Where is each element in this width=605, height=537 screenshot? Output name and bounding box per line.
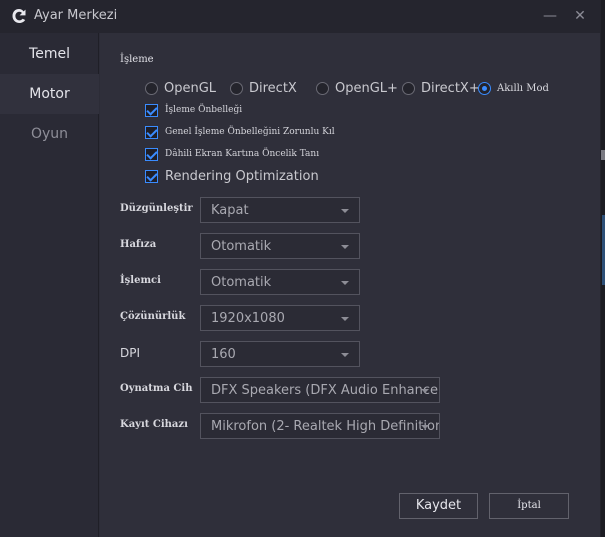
- checkbox-render-cache[interactable]: İşleme Önbelleği: [145, 102, 242, 118]
- background-edge-mark: [601, 150, 605, 160]
- sidebar: Temel Motor Oyun: [0, 33, 99, 537]
- radio-label: Akıllı Mod: [497, 82, 549, 94]
- chevron-down-icon: [421, 389, 429, 393]
- sidebar-item-oyun[interactable]: Oyun: [0, 114, 99, 154]
- chevron-down-icon: [341, 245, 349, 249]
- radio-directx-plus[interactable]: DirectX+: [402, 80, 480, 96]
- chevron-down-icon: [341, 281, 349, 285]
- resolution-select[interactable]: 1920x1080: [200, 305, 360, 331]
- sidebar-item-motor[interactable]: Motor: [0, 74, 99, 114]
- radio-directx[interactable]: DirectX: [230, 80, 297, 96]
- checkbox-label: Rendering Optimization: [165, 168, 319, 184]
- render-section-title: İşleme: [120, 54, 154, 65]
- checkbox-box: [145, 125, 158, 139]
- dpi-label: DPI: [120, 346, 141, 360]
- dpi-select[interactable]: 160: [200, 341, 360, 367]
- radio-opengl-plus[interactable]: OpenGL+: [316, 80, 398, 96]
- select-value: Kapat: [211, 203, 249, 218]
- antialias-select[interactable]: Kapat: [200, 197, 360, 223]
- playback-device-label: Oynatma Cih: [120, 383, 193, 394]
- close-icon[interactable]: ✕: [571, 7, 589, 25]
- chevron-down-icon: [341, 209, 349, 213]
- radio-circle: [478, 81, 491, 95]
- checkbox-prefer-integrated-gpu[interactable]: Dâhili Ekran Kartına Öncelik Tanı: [145, 146, 319, 162]
- select-value: Otomatik: [211, 239, 272, 254]
- title-bar[interactable]: Ayar Merkezi — ✕: [0, 0, 600, 33]
- window-title: Ayar Merkezi: [34, 8, 118, 23]
- settings-window: Ayar Merkezi — ✕ Temel Motor Oyun İşleme…: [0, 0, 600, 537]
- radio-circle: [316, 81, 329, 95]
- recording-device-select[interactable]: Mikrofon (2- Realtek High Definition Aud…: [200, 413, 440, 439]
- chevron-down-icon: [341, 317, 349, 321]
- settings-content: İşleme OpenGL DirectX OpenGL+ DirectX+ A…: [100, 33, 600, 537]
- sidebar-item-temel[interactable]: Temel: [0, 34, 99, 74]
- memory-label: Hafıza: [120, 239, 157, 250]
- checkbox-label: İşleme Önbelleği: [165, 105, 243, 115]
- memory-select[interactable]: Otomatik: [200, 233, 360, 259]
- select-value: DFX Speakers (DFX Audio Enhancer): [211, 383, 440, 398]
- radio-label: OpenGL: [164, 80, 217, 96]
- recording-device-label: Kayıt Cihazı: [120, 419, 188, 430]
- save-button[interactable]: Kaydet: [399, 493, 478, 519]
- checkbox-rendering-optimization[interactable]: Rendering Optimization: [145, 168, 319, 184]
- select-value: 1920x1080: [211, 311, 285, 326]
- checkbox-box: [145, 103, 158, 117]
- radio-circle: [402, 81, 415, 95]
- checkbox-box: [145, 169, 158, 183]
- cpu-select[interactable]: Otomatik: [200, 269, 360, 295]
- radio-opengl[interactable]: OpenGL: [145, 80, 216, 96]
- chevron-down-icon: [421, 425, 429, 429]
- radio-smart-mode[interactable]: Akıllı Mod: [478, 80, 549, 96]
- bluestacks-logo-icon: [12, 9, 26, 23]
- playback-device-select[interactable]: DFX Speakers (DFX Audio Enhancer): [200, 377, 440, 403]
- cancel-button[interactable]: İptal: [489, 493, 569, 519]
- background-window-edge: [601, 0, 605, 537]
- checkbox-box: [145, 147, 158, 161]
- chevron-down-icon: [341, 353, 349, 357]
- minimize-icon[interactable]: —: [541, 7, 559, 25]
- select-value: Mikrofon (2- Realtek High Definition Aud…: [211, 419, 440, 434]
- select-value: Otomatik: [211, 275, 272, 290]
- select-value: 160: [211, 347, 236, 362]
- radio-label: DirectX+: [421, 80, 480, 96]
- checkbox-force-global-cache[interactable]: Genel İşleme Önbelleğini Zorunlu Kıl: [145, 124, 335, 140]
- cpu-label: İşlemci: [120, 275, 161, 286]
- checkbox-label: Dâhili Ekran Kartına Öncelik Tanı: [165, 149, 320, 159]
- checkbox-label: Genel İşleme Önbelleğini Zorunlu Kıl: [165, 127, 335, 137]
- radio-circle: [145, 81, 158, 95]
- radio-circle: [230, 81, 243, 95]
- resolution-label: Çözünürlük: [120, 311, 186, 322]
- radio-label: OpenGL+: [335, 80, 398, 96]
- radio-label: DirectX: [249, 80, 297, 96]
- antialias-label: Düzgünleştir: [120, 203, 193, 214]
